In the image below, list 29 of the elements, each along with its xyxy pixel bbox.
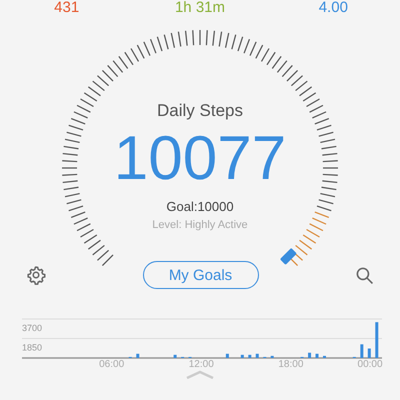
- y-axis-label: 1850: [22, 342, 42, 352]
- step-bar: [240, 354, 244, 358]
- stat-value: 4.00: [318, 0, 348, 16]
- y-axis-label: 3700: [22, 323, 42, 333]
- stat-value: 1h 31m: [174, 0, 226, 16]
- step-bar: [316, 354, 319, 358]
- settings-icon[interactable]: [26, 265, 46, 285]
- gauge-title: Daily Steps: [157, 101, 243, 121]
- step-bar: [368, 348, 371, 358]
- step-bar: [226, 354, 229, 358]
- x-axis-label: 18:00: [278, 359, 304, 368]
- search-icon[interactable]: [355, 266, 374, 284]
- my-goals-button[interactable]: My Goals: [142, 261, 258, 289]
- step-bar: [375, 322, 378, 358]
- step-bar: [248, 354, 252, 358]
- step-count: 10077: [114, 125, 286, 193]
- activity-level: Level: Highly Active: [152, 219, 248, 231]
- step-bar: [256, 354, 259, 358]
- stat-value: 431: [54, 0, 80, 16]
- goal-text: Goal:10000: [166, 199, 234, 214]
- step-bar: [136, 354, 140, 358]
- step-bar: [174, 354, 177, 358]
- x-axis-label: 12:00: [188, 359, 214, 368]
- step-bar: [323, 356, 326, 358]
- step-bar: [270, 356, 274, 358]
- x-axis-label: 06:00: [99, 359, 124, 368]
- x-axis-label: 00:00: [358, 359, 383, 368]
- step-bar: [308, 352, 312, 358]
- step-bar: [360, 344, 364, 358]
